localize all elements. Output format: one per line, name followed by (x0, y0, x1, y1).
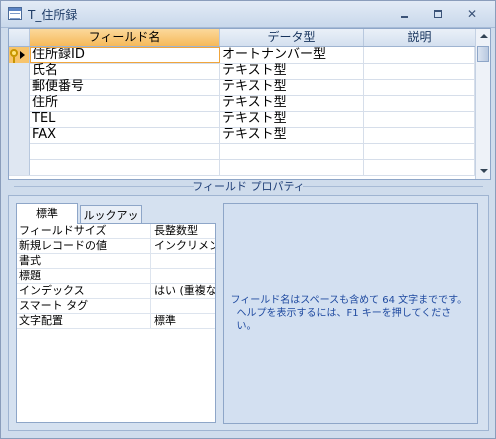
field-design-grid: フィールド名 データ型 説明 住所録ID オートナンバー型 氏名 テキスト型 郵… (8, 28, 491, 180)
description-cell[interactable] (364, 79, 475, 95)
table-row[interactable] (9, 159, 475, 176)
data-type-cell[interactable] (220, 143, 364, 159)
help-panel: フィールド名はスペースも含めて 64 文字までです。 ヘルプを表示するには、F1… (223, 203, 478, 424)
minimize-button[interactable] (397, 7, 413, 21)
table-icon (8, 7, 22, 20)
description-cell[interactable] (364, 47, 475, 63)
property-value[interactable]: はい (重複なし) (152, 284, 215, 298)
property-row-text-align[interactable]: 文字配置 標準 (17, 314, 215, 329)
property-row-format[interactable]: 書式 (17, 254, 215, 269)
close-button[interactable]: ✕ (464, 7, 480, 21)
column-header-description[interactable]: 説明 (364, 29, 476, 46)
title-bar[interactable]: T_住所録 ✕ (1, 1, 495, 28)
property-value[interactable] (152, 269, 215, 283)
column-header-field-name[interactable]: フィールド名 (30, 29, 220, 46)
row-selector[interactable] (9, 111, 30, 127)
current-row-arrow-icon (20, 51, 25, 59)
scroll-up-arrow-icon[interactable] (476, 29, 490, 44)
row-selector[interactable] (9, 143, 30, 159)
data-type-cell[interactable]: テキスト型 (220, 111, 364, 127)
property-label: スマート タグ (17, 299, 151, 313)
help-line: フィールド名はスペースも含めて 64 文字までです。 (230, 295, 468, 306)
data-type-cell[interactable]: テキスト型 (220, 79, 364, 95)
table-row[interactable] (9, 143, 475, 160)
row-selector[interactable] (9, 63, 30, 79)
table-design-window: T_住所録 ✕ フィールド名 データ型 説明 住所録ID オートナンバー型 氏名… (0, 0, 496, 439)
field-name-cell[interactable]: 氏名 (30, 63, 220, 79)
field-name-cell[interactable]: FAX (30, 127, 220, 143)
property-value[interactable]: 長整数型 (152, 224, 215, 238)
property-label: 新規レコードの値 (17, 239, 151, 253)
help-text: フィールド名はスペースも含めて 64 文字までです。 ヘルプを表示するには、F1… (231, 294, 471, 333)
grid-header: フィールド名 データ型 説明 (9, 29, 490, 47)
data-type-cell[interactable] (220, 159, 364, 175)
property-row-indexed[interactable]: インデックス はい (重複なし) (17, 284, 215, 299)
description-cell[interactable] (364, 63, 475, 79)
data-type-cell[interactable]: テキスト型 (220, 63, 364, 79)
property-label: フィールドサイズ (17, 224, 151, 238)
data-type-cell[interactable]: テキスト型 (220, 95, 364, 111)
field-properties-panel: 標準 ルックアップ フィールドサイズ 長整数型 新規レコードの値 インクリメント… (8, 195, 489, 431)
table-row[interactable]: 住所録ID オートナンバー型 (9, 47, 475, 64)
field-properties-label: フィールド プロパティ (8, 179, 489, 194)
property-row-caption[interactable]: 標題 (17, 269, 215, 284)
field-name-cell[interactable]: 住所 (30, 95, 220, 111)
property-value[interactable]: インクリメント (152, 239, 215, 253)
field-name-cell[interactable]: 住所録ID (30, 47, 220, 63)
field-name-cell[interactable] (30, 143, 220, 159)
help-line: ヘルプを表示するには、F1 キーを押してください。 (236, 308, 452, 332)
row-selector[interactable] (9, 95, 30, 111)
table-row[interactable]: TEL テキスト型 (9, 111, 475, 128)
window-title: T_住所録 (28, 8, 78, 22)
property-label: 書式 (17, 254, 151, 268)
property-value[interactable]: 標準 (152, 314, 215, 328)
property-row-field-size[interactable]: フィールドサイズ 長整数型 (17, 224, 215, 239)
field-name-cell[interactable]: TEL (30, 111, 220, 127)
row-selector[interactable] (9, 79, 30, 95)
tab-general[interactable]: 標準 (16, 203, 78, 224)
grid-vertical-scrollbar[interactable] (475, 29, 490, 179)
tab-lookup[interactable]: ルックアップ (80, 205, 142, 241)
table-row[interactable]: 住所 テキスト型 (9, 95, 475, 112)
scroll-thumb[interactable] (477, 46, 489, 62)
field-name-cell[interactable]: 郵便番号 (30, 79, 220, 95)
primary-key-icon (10, 49, 18, 63)
data-type-cell[interactable]: オートナンバー型 (220, 47, 364, 63)
property-value[interactable] (152, 254, 215, 268)
data-type-cell[interactable]: テキスト型 (220, 127, 364, 143)
property-label: 標題 (17, 269, 151, 283)
field-name-cell[interactable] (30, 159, 220, 175)
table-row[interactable]: FAX テキスト型 (9, 127, 475, 144)
row-selector-header[interactable] (9, 29, 30, 46)
property-label: 文字配置 (17, 314, 151, 328)
description-cell[interactable] (364, 143, 475, 159)
scroll-down-arrow-icon[interactable] (476, 164, 490, 179)
description-cell[interactable] (364, 111, 475, 127)
column-header-data-type[interactable]: データ型 (220, 29, 364, 46)
table-row[interactable]: 郵便番号 テキスト型 (9, 79, 475, 96)
property-row-new-values[interactable]: 新規レコードの値 インクリメント (17, 239, 215, 254)
maximize-button[interactable] (430, 7, 446, 21)
description-cell[interactable] (364, 159, 475, 175)
table-row[interactable]: 氏名 テキスト型 (9, 63, 475, 80)
property-label: インデックス (17, 284, 151, 298)
property-sheet: フィールドサイズ 長整数型 新規レコードの値 インクリメント 書式 標題 インデ… (16, 223, 216, 423)
row-selector[interactable] (9, 47, 30, 63)
property-row-smart-tags[interactable]: スマート タグ (17, 299, 215, 314)
description-cell[interactable] (364, 95, 475, 111)
property-value[interactable] (152, 299, 215, 313)
row-selector[interactable] (9, 127, 30, 143)
row-selector[interactable] (9, 159, 30, 175)
description-cell[interactable] (364, 127, 475, 143)
